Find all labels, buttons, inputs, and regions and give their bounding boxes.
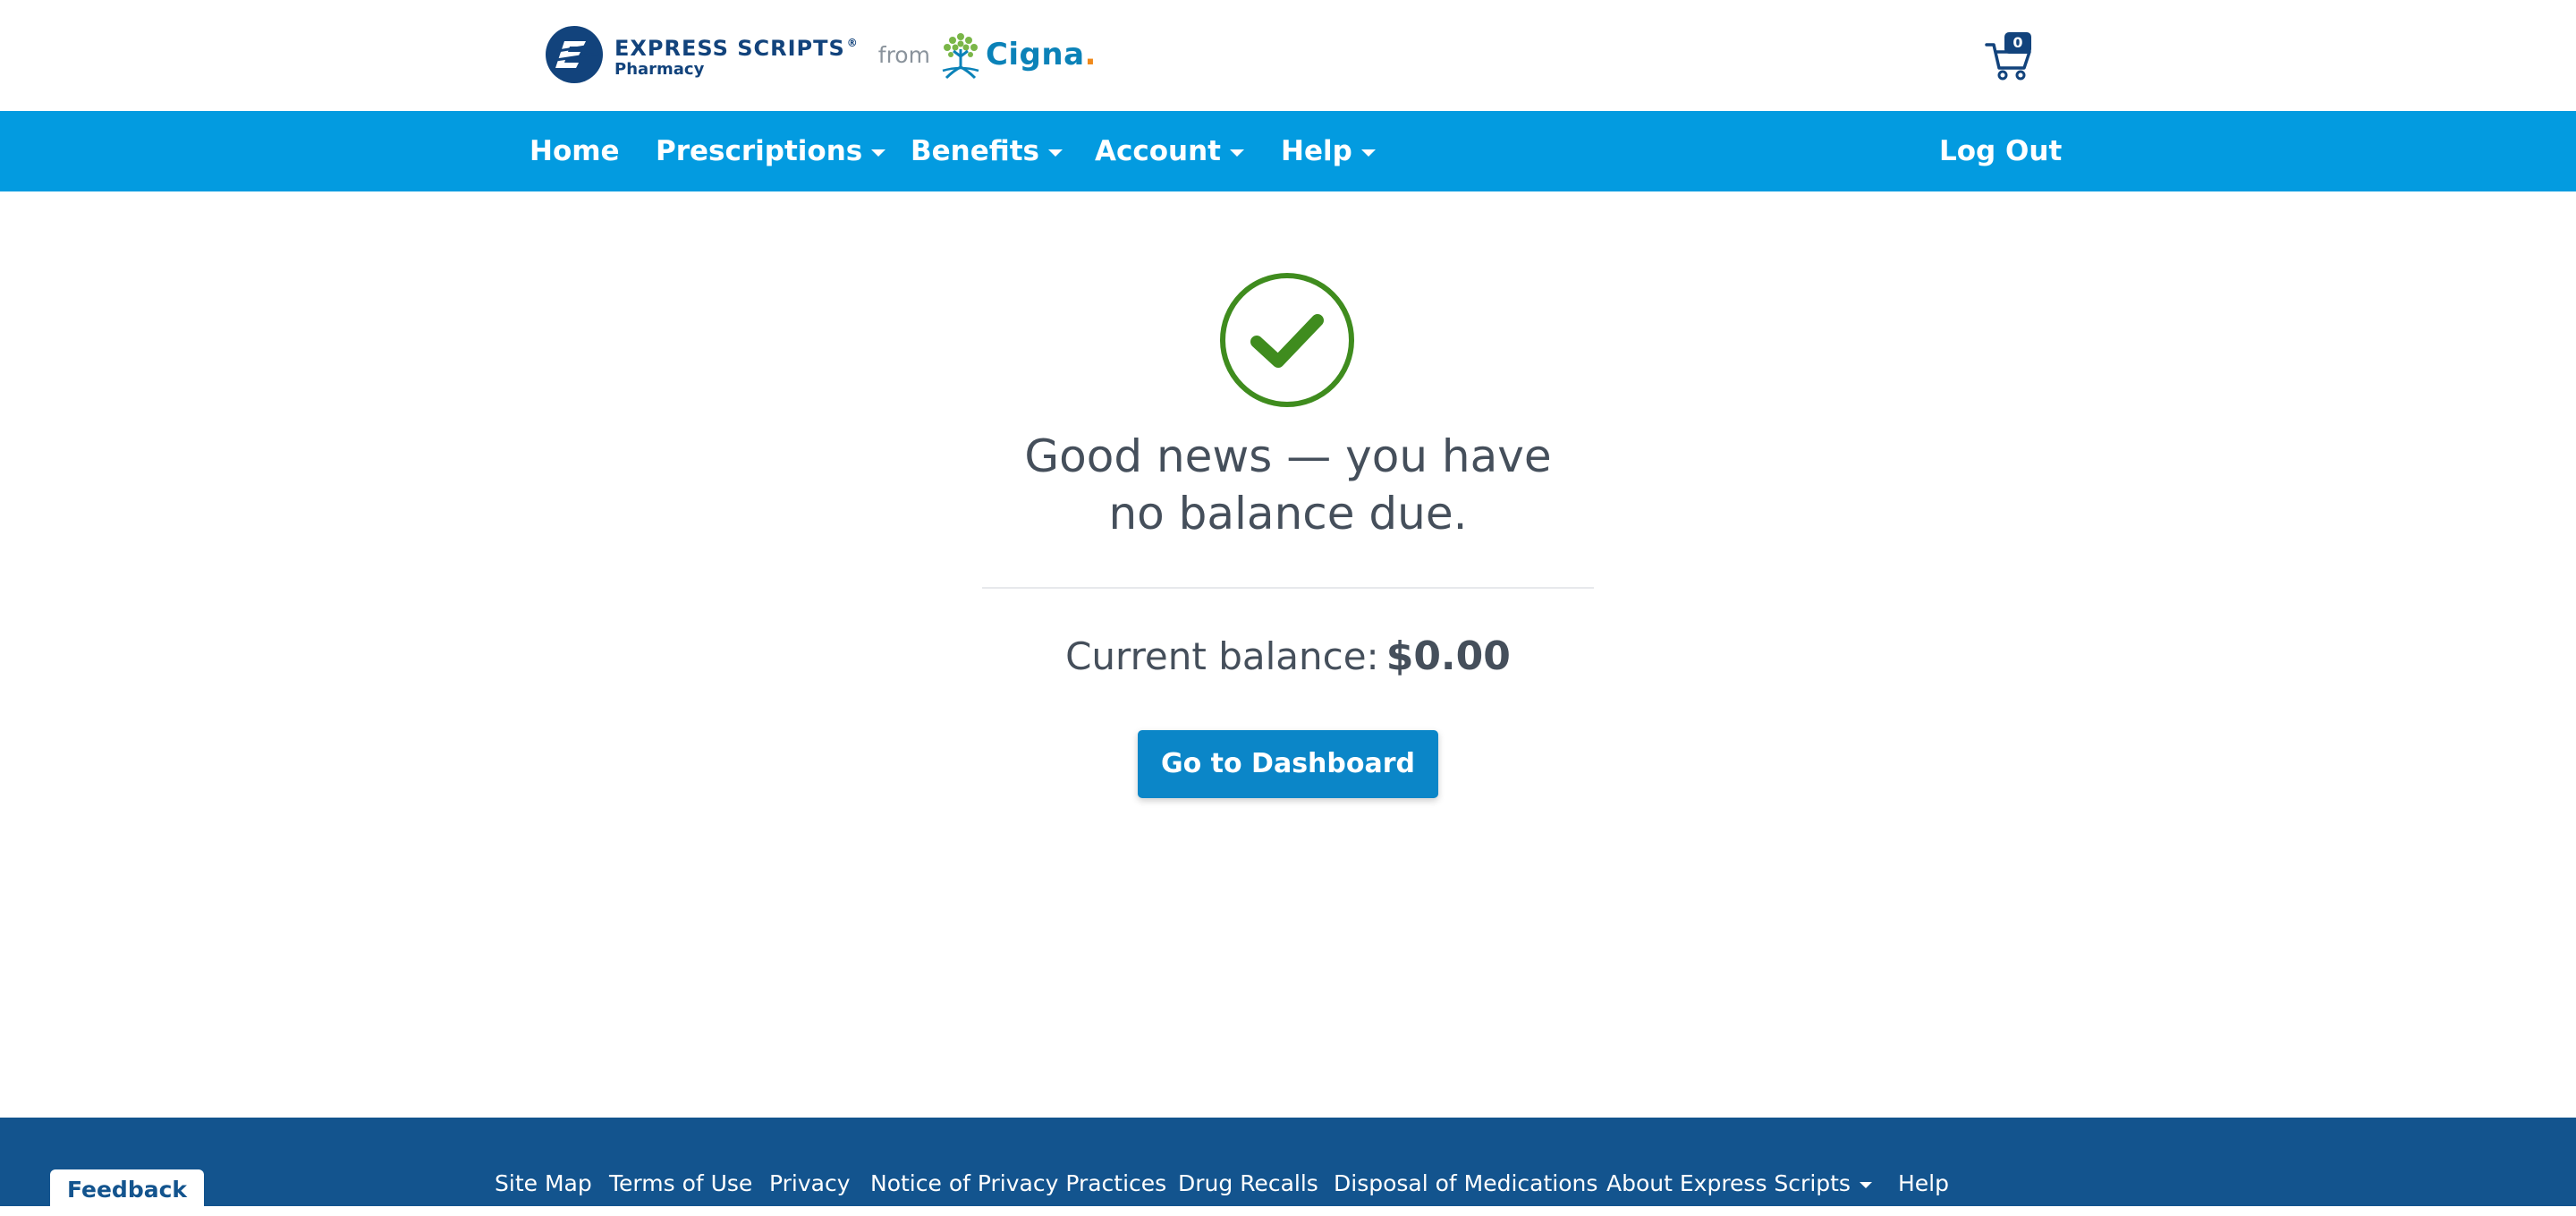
cigna-tree-icon [942,33,979,80]
about-express-scripts-label: About Express Scripts [1606,1170,1851,1196]
footer-link-drug-recalls[interactable]: Drug Recalls [1178,1168,1318,1200]
nav-home-label: Home [530,135,620,167]
logout-link[interactable]: Log Out [1939,111,2062,191]
footer-link-privacy[interactable]: Privacy [769,1168,851,1200]
status-headline: Good news — you have no balance due. [930,428,1646,542]
footer: Site Map Terms of Use Privacy Notice of … [0,1118,2576,1206]
express-scripts-logo[interactable]: EXPRESS SCRIPTS ® Pharmacy from Cigna. [545,25,1097,84]
top-header: EXPRESS SCRIPTS ® Pharmacy from Cigna. 0 [0,0,2576,111]
express-scripts-logo-icon [546,26,603,83]
caret-down-icon [1048,149,1063,157]
brand-name: EXPRESS SCRIPTS ® [614,36,859,61]
cigna-wordmark: Cigna. [985,37,1097,72]
footer-link-disposal-of-medications[interactable]: Disposal of Medications [1334,1168,1597,1200]
brand-text: EXPRESS SCRIPTS ® Pharmacy [614,30,859,79]
go-to-dashboard-button[interactable]: Go to Dashboard [1138,730,1438,798]
cart-button[interactable]: 0 [1985,32,2038,82]
nav-prescriptions-label: Prescriptions [656,135,863,167]
nav-benefits-label: Benefits [911,135,1039,167]
status-headline-line2: no balance due. [1108,488,1468,540]
check-circle-icon [1220,273,1354,407]
nav-account-label: Account [1095,135,1221,167]
caret-down-icon [1859,1181,1872,1188]
balance-label: Current balance: [1065,634,1379,678]
footer-link-site-map[interactable]: Site Map [495,1168,592,1200]
brand-subtitle: Pharmacy [614,60,705,79]
current-balance: Current balance: $0.00 [930,630,1646,684]
cart-count-badge: 0 [2004,32,2031,54]
caret-down-icon [871,149,886,157]
nav-benefits[interactable]: Benefits [911,111,1063,191]
logout-label: Log Out [1939,135,2063,167]
nav-account[interactable]: Account [1095,111,1244,191]
nav-home[interactable]: Home [530,111,620,191]
feedback-button[interactable]: Feedback [50,1169,204,1216]
footer-link-notice-of-privacy-practices[interactable]: Notice of Privacy Practices [870,1168,1166,1200]
nav-prescriptions[interactable]: Prescriptions [656,111,886,191]
balance-value: $0.00 [1385,634,1511,679]
footer-link-terms-of-use[interactable]: Terms of Use [609,1168,752,1200]
nav-help[interactable]: Help [1281,111,1376,191]
footer-link-help[interactable]: Help [1898,1168,1949,1200]
footer-link-about-express-scripts[interactable]: About Express Scripts [1606,1168,1872,1200]
from-text: from [877,41,930,68]
nav-help-label: Help [1281,135,1352,167]
status-headline-line1: Good news — you have [1024,430,1552,482]
caret-down-icon [1360,149,1376,157]
main-navigation: Home Prescriptions Benefits Account Help… [0,111,2576,191]
divider [982,587,1594,589]
caret-down-icon [1230,149,1244,157]
